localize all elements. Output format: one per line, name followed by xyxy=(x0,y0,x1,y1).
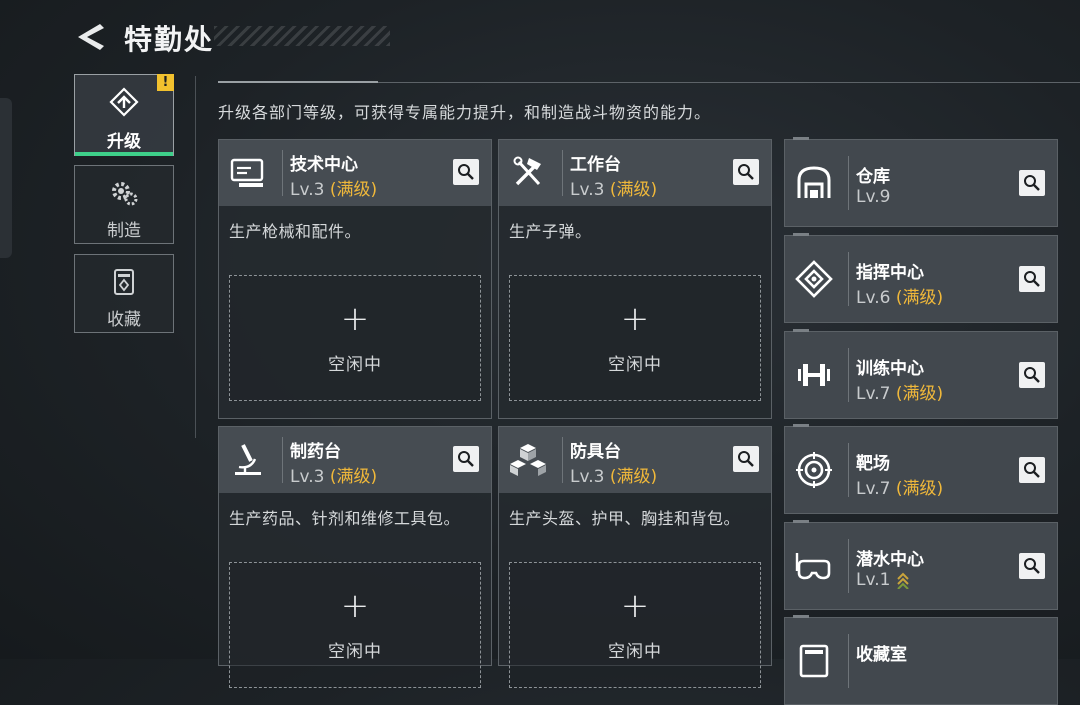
facility-training-center[interactable]: 训练中心 Lv.7 (满级) xyxy=(784,329,1058,419)
search-icon xyxy=(1024,558,1040,574)
card-level: Lv.3 (满级) xyxy=(570,180,658,200)
search-icon xyxy=(1024,175,1040,191)
facility-name: 靶场 xyxy=(856,454,890,474)
card-name: 工作台 xyxy=(570,155,621,175)
diving-mask-icon xyxy=(795,553,831,580)
back-button[interactable] xyxy=(74,22,106,52)
production-slot[interactable]: + 空闲中 xyxy=(229,275,481,401)
card-description: 生产枪械和配件。 xyxy=(229,222,362,241)
search-button[interactable] xyxy=(1019,457,1045,483)
search-icon xyxy=(1024,462,1040,478)
card-header: 技术中心 Lv.3 (满级) xyxy=(219,140,491,206)
search-icon xyxy=(458,164,474,180)
warehouse-icon xyxy=(797,166,831,198)
search-button[interactable] xyxy=(453,446,479,472)
search-icon xyxy=(738,451,754,467)
card-workbench[interactable]: 工作台 Lv.3 (满级) 生产子弹。 + 空闲中 xyxy=(498,139,772,419)
card-name: 防具台 xyxy=(570,442,621,462)
facility-shooting-range[interactable]: 靶场 Lv.7 (满级) xyxy=(784,424,1058,514)
card-armor-bench[interactable]: 防具台 Lv.3 (满级) 生产头盔、护甲、胸挂和背包。 + 空闲中 xyxy=(498,426,772,688)
card-level: Lv.3 (满级) xyxy=(290,467,378,487)
slot-idle-label: 空闲中 xyxy=(608,642,662,662)
tools-icon xyxy=(513,156,541,186)
armor-blocks-icon xyxy=(510,444,546,476)
search-button[interactable] xyxy=(733,446,759,472)
nav-tab-craft[interactable]: 制造 xyxy=(74,165,174,244)
add-icon: + xyxy=(340,586,370,626)
nav-tab-collection[interactable]: 收藏 xyxy=(74,254,174,333)
add-icon: + xyxy=(620,299,650,339)
facility-name: 指挥中心 xyxy=(856,263,924,283)
facility-diving-center[interactable]: 潜水中心 Lv.1 xyxy=(784,520,1058,610)
production-slot[interactable]: + 空闲中 xyxy=(509,275,761,401)
search-button[interactable] xyxy=(733,159,759,185)
facility-name: 收藏室 xyxy=(856,645,907,665)
facility-command-center[interactable]: 指挥中心 Lv.6 (满级) xyxy=(784,233,1058,323)
facility-level: Lv.9 xyxy=(856,187,891,207)
facility-level: Lv.7 (满级) xyxy=(856,384,944,404)
dumbbell-icon xyxy=(798,364,830,386)
card-name: 技术中心 xyxy=(290,155,358,175)
search-button[interactable] xyxy=(1019,266,1045,292)
search-icon xyxy=(458,451,474,467)
facility-name: 训练中心 xyxy=(856,359,924,379)
slot-idle-label: 空闲中 xyxy=(608,355,662,375)
collection-room-icon xyxy=(799,644,829,678)
facility-warehouse[interactable]: 仓库 Lv.9 xyxy=(784,137,1058,227)
production-slot[interactable]: + 空闲中 xyxy=(509,562,761,688)
card-header: 制药台 Lv.3 (满级) xyxy=(219,427,491,493)
card-header: 防具台 Lv.3 (满级) xyxy=(499,427,771,493)
facility-collection-room[interactable]: 收藏室 xyxy=(784,615,1058,705)
nav-tab-upgrade[interactable]: 升级 ! xyxy=(74,74,174,156)
search-button[interactable] xyxy=(1019,362,1045,388)
gears-icon xyxy=(112,182,138,206)
upgrade-available-icon xyxy=(897,572,910,589)
page-title: 特勤处 xyxy=(124,23,215,56)
content-top-divider xyxy=(218,81,1080,83)
title-hatch-decoration xyxy=(214,26,390,46)
slot-idle-label: 空闲中 xyxy=(328,355,382,375)
command-chip-icon xyxy=(795,260,833,298)
alert-badge: ! xyxy=(157,74,174,91)
card-pharmacy[interactable]: 制药台 Lv.3 (满级) 生产药品、针剂和维修工具包。 + 空闲中 xyxy=(218,426,492,688)
card-description: 生产子弹。 xyxy=(509,222,592,241)
search-button[interactable] xyxy=(1019,553,1045,579)
section-description: 升级各部门等级，可获得专属能力提升，和制造战斗物资的能力。 xyxy=(218,103,712,122)
card-description: 生产药品、针剂和维修工具包。 xyxy=(229,509,461,528)
add-icon: + xyxy=(620,586,650,626)
back-arrow-icon xyxy=(78,24,104,50)
nav-label-craft: 制造 xyxy=(107,221,141,241)
facility-name: 潜水中心 xyxy=(856,550,924,570)
computer-icon xyxy=(230,158,264,187)
card-level: Lv.3 (满级) xyxy=(290,180,378,200)
card-header: 工作台 Lv.3 (满级) xyxy=(499,140,771,206)
sidebar-divider xyxy=(195,76,196,438)
facility-level: Lv.6 (满级) xyxy=(856,288,944,308)
search-icon xyxy=(1024,367,1040,383)
search-icon xyxy=(738,164,754,180)
card-tech-center[interactable]: 技术中心 Lv.3 (满级) 生产枪械和配件。 + 空闲中 xyxy=(218,139,492,419)
add-icon: + xyxy=(340,299,370,339)
search-button[interactable] xyxy=(1019,170,1045,196)
active-indicator xyxy=(75,152,173,156)
facility-name: 仓库 xyxy=(856,167,890,187)
search-button[interactable] xyxy=(453,159,479,185)
card-name: 制药台 xyxy=(290,442,341,462)
card-level: Lv.3 (满级) xyxy=(570,467,658,487)
nav-label-collection: 收藏 xyxy=(107,310,141,330)
left-edge-tab xyxy=(0,98,12,258)
nav-label-upgrade: 升级 xyxy=(107,132,141,152)
collection-icon xyxy=(114,269,134,295)
card-description: 生产头盔、护甲、胸挂和背包。 xyxy=(509,509,741,528)
microscope-icon xyxy=(235,444,261,475)
target-icon xyxy=(796,452,832,488)
facility-level: Lv.7 (满级) xyxy=(856,479,944,499)
search-icon xyxy=(1024,271,1040,287)
facility-level: Lv.1 xyxy=(856,570,910,590)
upgrade-icon xyxy=(109,87,139,117)
slot-idle-label: 空闲中 xyxy=(328,642,382,662)
production-slot[interactable]: + 空闲中 xyxy=(229,562,481,688)
